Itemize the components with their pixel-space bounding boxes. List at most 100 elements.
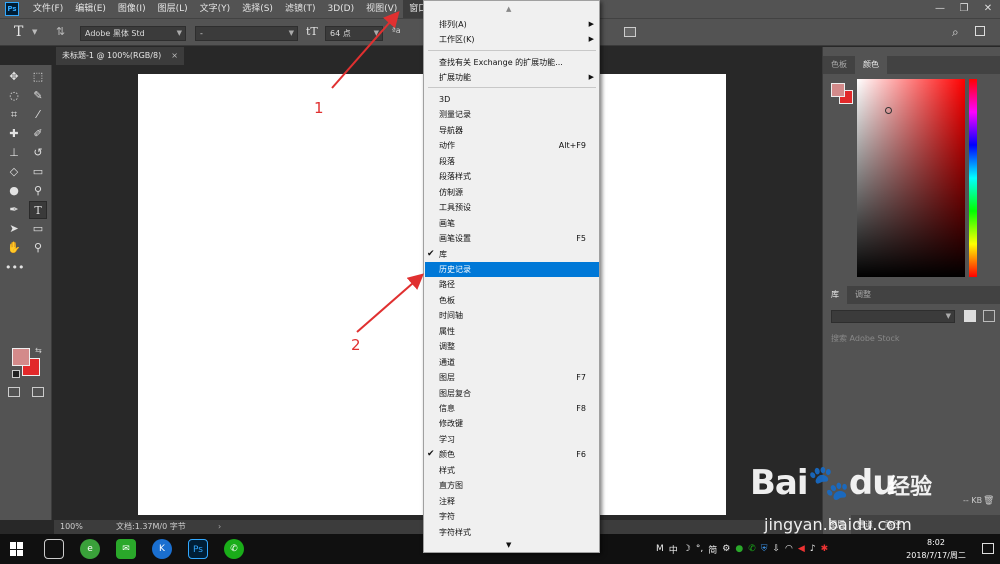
window-menu-item[interactable]: 属性: [425, 324, 599, 339]
menu-file[interactable]: 文件(F): [27, 0, 69, 18]
tray-settings-icon[interactable]: ⚙: [722, 544, 730, 554]
grid-view-icon[interactable]: [964, 310, 976, 322]
character-panel-icon[interactable]: [624, 27, 636, 37]
quick-select-tool-icon[interactable]: ✎: [29, 87, 47, 105]
window-menu-item[interactable]: 路径: [425, 277, 599, 292]
tray-wifi-icon[interactable]: ◠: [785, 544, 793, 554]
window-menu-item[interactable]: 仿制源: [425, 185, 599, 200]
hue-slider[interactable]: [969, 79, 977, 277]
tray-simplified[interactable]: 简: [708, 543, 717, 556]
history-brush-tool-icon[interactable]: ↺: [29, 144, 47, 162]
window-menu-item[interactable]: 字符: [425, 509, 599, 524]
tray-ime-zh[interactable]: 中: [669, 543, 678, 556]
windows-start-icon[interactable]: [10, 542, 24, 556]
minimize-button[interactable]: —: [928, 0, 952, 18]
library-search-input[interactable]: 搜索 Adobe Stock: [831, 333, 900, 344]
healing-brush-tool-icon[interactable]: ✚: [5, 125, 23, 143]
tray-punct[interactable]: °,: [696, 544, 703, 554]
pen-tool-icon[interactable]: ✒: [5, 201, 23, 219]
color-field[interactable]: [857, 79, 965, 277]
window-menu-item[interactable]: 色板: [425, 293, 599, 308]
menu-view[interactable]: 视图(V): [360, 0, 403, 18]
zoom-tool-icon[interactable]: ⚲: [29, 239, 47, 257]
tray-wechat-icon[interactable]: ✆: [748, 544, 756, 554]
window-menu-item[interactable]: 3D: [425, 92, 599, 107]
clock[interactable]: 8:02 2018/7/17/周二: [896, 536, 976, 562]
window-menu-item[interactable]: ✔ 库: [425, 247, 599, 262]
scroll-down-icon[interactable]: ▼: [506, 541, 511, 549]
menu-select[interactable]: 选择(S): [236, 0, 279, 18]
tab-color[interactable]: 颜色: [855, 56, 887, 74]
swap-colors-icon[interactable]: ⇆: [35, 346, 42, 355]
restore-button[interactable]: ❐: [952, 0, 976, 18]
document-tab[interactable]: 未标题-1 @ 100%(RGB/8) ×: [56, 47, 184, 65]
window-menu-item[interactable]: 字符样式: [425, 525, 599, 540]
window-menu-item[interactable]: 段落样式: [425, 169, 599, 184]
window-menu-item[interactable]: 导航器: [425, 123, 599, 138]
tray-app-icon[interactable]: ●: [735, 544, 743, 554]
window-menu-item[interactable]: 工具预设: [425, 200, 599, 215]
window-menu-item[interactable]: 直方图: [425, 478, 599, 493]
color-panel-foreground-swatch[interactable]: [831, 83, 845, 97]
tray-moon-icon[interactable]: ☽: [683, 544, 691, 554]
chat-app-icon[interactable]: ✉: [116, 539, 136, 559]
window-menu-item[interactable]: 信息 F8: [425, 401, 599, 416]
tab-adjustments[interactable]: 调整: [847, 286, 879, 304]
window-menu-item[interactable]: 通道: [425, 355, 599, 370]
foreground-color-swatch[interactable]: [12, 348, 30, 366]
scroll-up-icon[interactable]: ▲: [506, 5, 511, 13]
window-menu-item[interactable]: 工作区(K) ▶: [425, 32, 599, 47]
menu-layer[interactable]: 图层(L): [152, 0, 194, 18]
tab-libraries[interactable]: 库: [823, 286, 847, 304]
blur-tool-icon[interactable]: ●: [5, 182, 23, 200]
window-menu-item[interactable]: 注释: [425, 494, 599, 509]
trash-icon[interactable]: 🗑: [983, 496, 994, 506]
hand-tool-icon[interactable]: ✋: [5, 239, 23, 257]
eyedropper-tool-icon[interactable]: ⁄: [29, 106, 47, 124]
window-menu-item[interactable]: 修改键: [425, 416, 599, 431]
window-menu-item[interactable]: 历史记录: [425, 261, 599, 277]
browser-icon[interactable]: e: [80, 539, 100, 559]
marquee-tool-icon[interactable]: ⬚: [29, 68, 47, 86]
type-tool-preset-icon[interactable]: T: [14, 24, 23, 40]
default-colors-icon[interactable]: [12, 370, 20, 378]
window-menu-item[interactable]: 学习: [425, 432, 599, 447]
tray-mic-icon[interactable]: ♪: [810, 544, 816, 554]
font-family-select[interactable]: Adobe 黑体 Std ▼: [80, 26, 186, 41]
photoshop-taskbar-icon[interactable]: Ps: [188, 539, 208, 559]
window-menu-item[interactable]: 图层复合: [425, 386, 599, 401]
tray-volume-icon[interactable]: ◀: [798, 544, 805, 554]
color-picker-handle[interactable]: [885, 107, 892, 114]
window-menu-item[interactable]: 调整: [425, 339, 599, 354]
task-view-icon[interactable]: [44, 539, 64, 559]
workspace-icon[interactable]: [975, 26, 985, 36]
window-menu-item[interactable]: 段落: [425, 154, 599, 169]
wechat-icon[interactable]: ✆: [224, 539, 244, 559]
window-menu-item[interactable]: 图层 F7: [425, 370, 599, 385]
list-view-icon[interactable]: [983, 310, 995, 322]
menu-edit[interactable]: 编辑(E): [69, 0, 112, 18]
clone-stamp-tool-icon[interactable]: ⊥: [5, 144, 23, 162]
close-button[interactable]: ✕: [976, 0, 1000, 18]
crop-tool-icon[interactable]: ⌗: [5, 106, 23, 124]
close-tab-icon[interactable]: ×: [171, 47, 178, 65]
window-menu-item[interactable]: 动作 Alt+F9: [425, 138, 599, 153]
rectangle-tool-icon[interactable]: ▭: [29, 220, 47, 238]
chevron-down-icon[interactable]: ▼: [32, 28, 37, 36]
notification-icon[interactable]: [982, 543, 994, 554]
zoom-level[interactable]: 100%: [60, 520, 83, 534]
window-menu-item[interactable]: ✔ 颜色 F6: [425, 447, 599, 462]
library-select[interactable]: ▼: [831, 310, 955, 323]
window-menu-item[interactable]: 画笔设置 F5: [425, 231, 599, 246]
kugou-icon[interactable]: K: [152, 539, 172, 559]
tray-shield-icon[interactable]: ⛨: [761, 544, 768, 554]
window-menu-item[interactable]: 时间轴: [425, 308, 599, 323]
path-select-tool-icon[interactable]: ➤: [5, 220, 23, 238]
window-menu-item[interactable]: 测量记录: [425, 107, 599, 122]
screen-mode-icon[interactable]: [32, 387, 44, 397]
menu-filter[interactable]: 滤镜(T): [279, 0, 322, 18]
dodge-tool-icon[interactable]: ⚲: [29, 182, 47, 200]
anti-alias-icon[interactable]: ªa: [392, 26, 401, 35]
search-icon[interactable]: ⌕: [952, 25, 959, 40]
font-style-select[interactable]: - ▼: [195, 26, 298, 41]
